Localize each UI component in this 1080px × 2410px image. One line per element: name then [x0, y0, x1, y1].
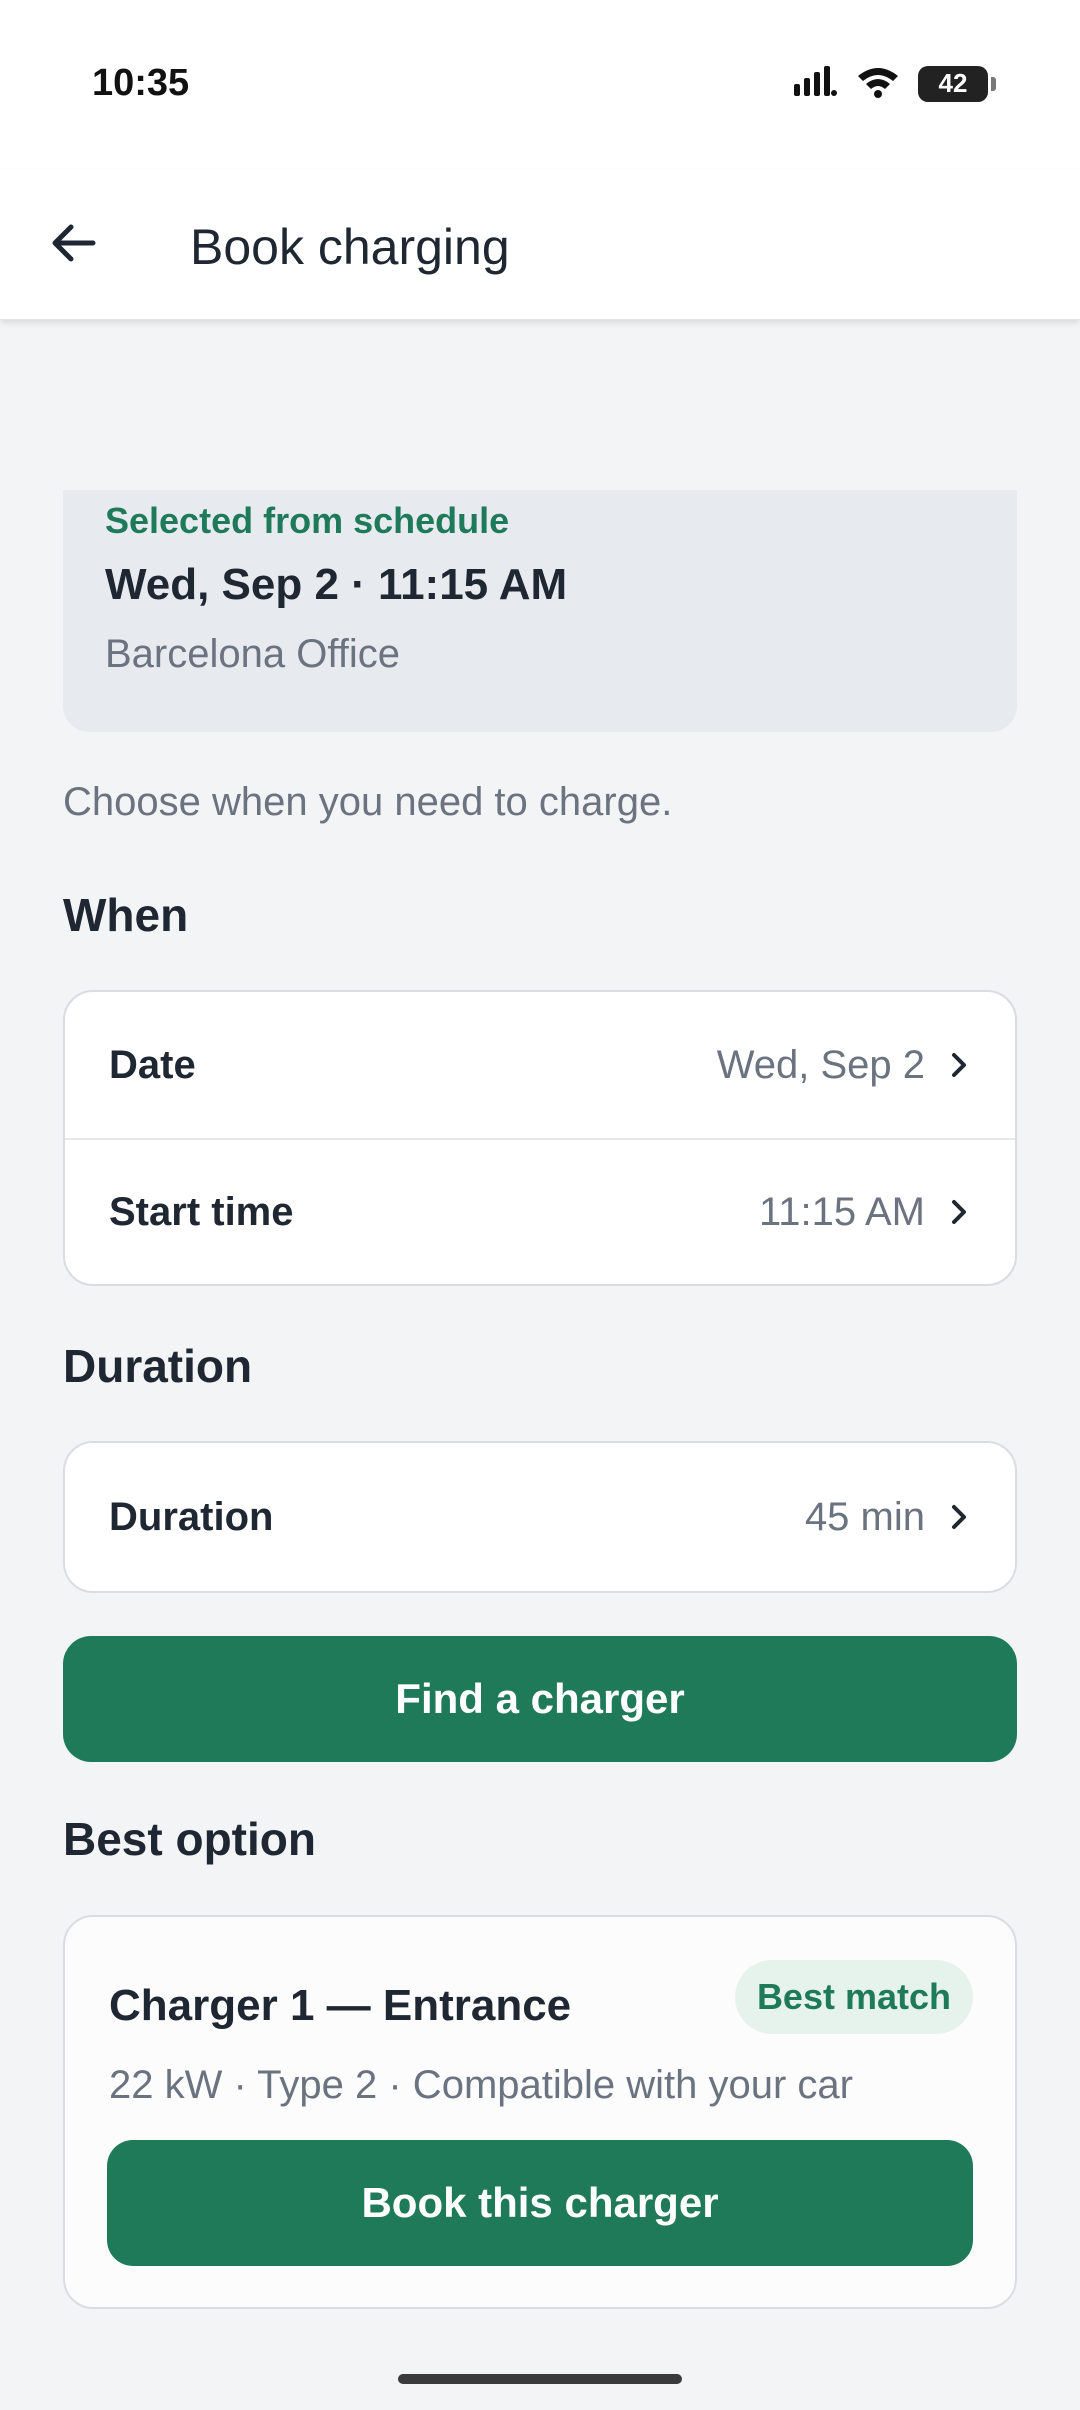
duration-heading: Duration [63, 1340, 253, 1392]
start-time-label: Start time [109, 1189, 294, 1234]
status-icons: 42 [794, 64, 996, 103]
start-time-row[interactable]: Start time 11:15 AM [65, 1138, 1015, 1284]
date-label: Date [109, 1042, 196, 1087]
charger-option-card: Charger 1 — Entrance Best match 22 kW · … [63, 1915, 1017, 2309]
arrow-left-icon [49, 223, 97, 268]
schedule-datetime: Wed, Sep 2 · 11:15 AM [105, 560, 568, 609]
back-button[interactable] [36, 208, 110, 282]
wifi-icon [856, 64, 900, 103]
app-bar: Book charging [0, 170, 1080, 320]
charger-meta: 22 kW · Type 2 · Compatible with your ca… [109, 2063, 853, 2107]
chevron-right-icon [947, 1199, 971, 1225]
date-row[interactable]: Date Wed, Sep 2 [65, 992, 1015, 1138]
best-option-heading: Best option [63, 1813, 316, 1865]
duration-row[interactable]: Duration 45 min [65, 1443, 1015, 1591]
status-bar: 10:35 42 [0, 0, 1080, 170]
when-heading: When [63, 889, 189, 941]
duration-label: Duration [109, 1494, 274, 1539]
charger-title: Charger 1 — Entrance [109, 1981, 572, 2030]
book-charger-button[interactable]: Book this charger [107, 2140, 973, 2266]
chevron-right-icon [947, 1052, 971, 1078]
schedule-location: Barcelona Office [105, 632, 400, 676]
duration-card: Duration 45 min [63, 1441, 1017, 1593]
home-indicator[interactable] [398, 2374, 682, 2384]
status-time: 10:35 [92, 62, 190, 104]
signal-icon [794, 66, 838, 101]
chevron-right-icon [947, 1504, 971, 1530]
find-charger-button[interactable]: Find a charger [63, 1636, 1017, 1762]
intro-text: Choose when you need to charge. [63, 780, 673, 824]
date-value: Wed, Sep 2 [716, 1042, 925, 1087]
battery-icon: 42 [918, 65, 996, 102]
when-card: Date Wed, Sep 2 Start time 11:15 AM [63, 990, 1017, 1286]
schedule-kicker: Selected from schedule [105, 500, 510, 541]
start-time-value: 11:15 AM [758, 1189, 925, 1234]
page-title: Book charging [190, 219, 510, 275]
duration-value: 45 min [804, 1494, 925, 1539]
schedule-summary-card: Selected from schedule Wed, Sep 2 · 11:1… [63, 490, 1017, 732]
best-match-badge: Best match [734, 1960, 973, 2034]
